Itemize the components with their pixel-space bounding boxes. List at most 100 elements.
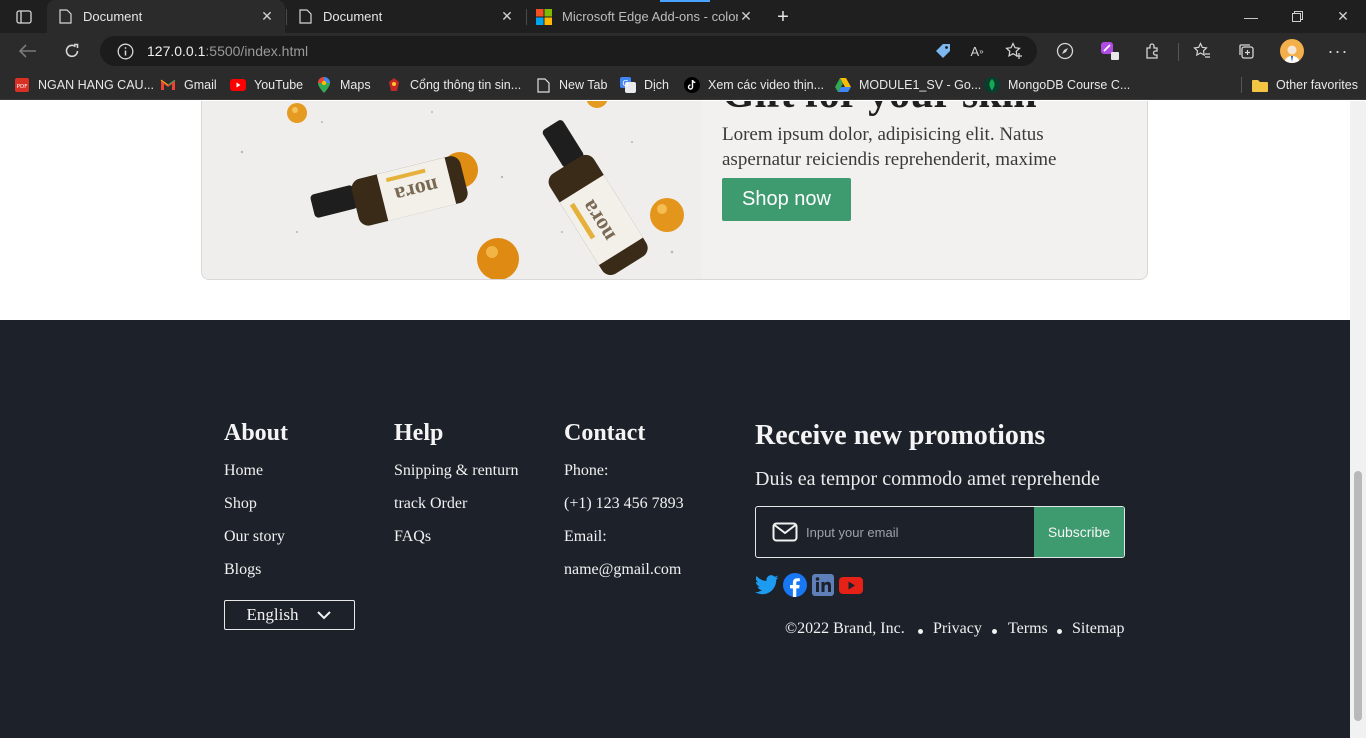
scrollbar-thumb[interactable]: [1354, 471, 1362, 721]
linkedin-icon[interactable]: [811, 573, 835, 597]
bookmarks-bar: PDF NGAN HANG CAU... Gmail YouTube Maps …: [0, 69, 1366, 100]
refresh-icon[interactable]: [58, 37, 86, 65]
about-title: About: [224, 420, 289, 446]
bookmark-label: Other favorites: [1276, 78, 1358, 92]
back-arrow-icon[interactable]: [14, 37, 42, 65]
bookmark-other-favorites[interactable]: Other favorites: [1252, 75, 1358, 95]
bookmark-new-tab[interactable]: New Tab: [535, 75, 607, 95]
promotions-subtitle: Duis ea tempor commodo amet reprehende: [755, 468, 1100, 490]
sitemap-link[interactable]: Sitemap: [1072, 620, 1124, 638]
shop-now-button[interactable]: Shop now: [722, 178, 851, 221]
close-icon[interactable]: ✕: [499, 8, 515, 25]
window-close-icon[interactable]: ✕: [1320, 0, 1366, 33]
bookmark-label: YouTube: [254, 78, 304, 92]
url-path: :5500/index.html: [205, 43, 309, 59]
pdf-icon: PDF: [14, 77, 30, 93]
restore-icon[interactable]: [1274, 0, 1320, 33]
address-bar[interactable]: 127.0.0.1:5500/index.html A»: [100, 36, 1037, 66]
collections-icon[interactable]: [1232, 37, 1260, 65]
close-icon[interactable]: ✕: [259, 8, 275, 25]
bookmark-cong-thong-tin[interactable]: Cổng thông tin sin...: [386, 75, 521, 95]
bookmark-youtube[interactable]: YouTube: [230, 75, 303, 95]
contact-title: Contact: [564, 420, 646, 446]
youtube-icon[interactable]: [839, 573, 863, 597]
footer-link-our-story[interactable]: Our story: [224, 528, 285, 546]
privacy-link[interactable]: Privacy: [933, 620, 982, 638]
bookmark-label: Xem các video thịn...: [708, 78, 825, 92]
bookmark-tiktok[interactable]: Xem các video thịn...: [684, 75, 824, 95]
promotions-title: Receive new promotions: [755, 420, 1046, 451]
bookmark-gmail[interactable]: Gmail: [160, 75, 217, 95]
page-icon: [57, 9, 73, 25]
site-footer: About Home Shop Our story Blogs English …: [0, 320, 1350, 738]
phone-number: (+1) 123 456 7893: [564, 495, 684, 512]
bookmark-label: New Tab: [559, 78, 608, 92]
bookmark-label: MODULE1_SV - Go...: [859, 78, 982, 92]
folder-icon: [1252, 77, 1268, 93]
bookmark-maps[interactable]: Maps: [316, 75, 371, 95]
bookmark-label: Maps: [340, 78, 371, 92]
bookmark-label: MongoDB Course C...: [1008, 78, 1131, 92]
email-input[interactable]: [798, 507, 1034, 557]
page-scrollbar[interactable]: [1350, 101, 1366, 738]
microsoft-logo-icon: [536, 8, 552, 25]
tab-edge-addons[interactable]: Microsoft Edge Add-ons - color p ✕: [526, 0, 764, 33]
footer-link-home[interactable]: Home: [224, 462, 263, 480]
email-label: Email:: [564, 528, 607, 545]
bookmark-dich[interactable]: G Dịch: [620, 75, 669, 95]
portal-icon: [386, 77, 402, 93]
twitter-icon[interactable]: [755, 573, 779, 597]
footer-link-faqs[interactable]: FAQs: [394, 528, 431, 546]
minimize-icon[interactable]: —: [1228, 0, 1274, 33]
tab-actions-icon[interactable]: [10, 6, 38, 28]
url-text: 127.0.0.1:5500/index.html: [147, 43, 308, 59]
drive-icon: [835, 77, 851, 93]
bookmark-mongodb[interactable]: MongoDB Course C...: [984, 75, 1130, 95]
banner-title: Gift for your skin: [722, 101, 1037, 118]
favorites-star-icon[interactable]: [1188, 37, 1216, 65]
bookmark-module1[interactable]: MODULE1_SV - Go...: [835, 75, 981, 95]
tab-title: Document: [323, 9, 383, 24]
browser-toolbar: 127.0.0.1:5500/index.html A» ···: [0, 33, 1366, 69]
compass-icon[interactable]: [1051, 37, 1079, 65]
facebook-icon[interactable]: [783, 573, 807, 597]
profile-avatar[interactable]: [1280, 39, 1304, 63]
add-favorite-icon[interactable]: [1003, 40, 1025, 62]
tab-document-1[interactable]: Document ✕: [47, 0, 285, 33]
info-icon[interactable]: [116, 42, 134, 60]
copyright: ©2022 Brand, Inc.: [785, 620, 905, 637]
footer-link-blogs[interactable]: Blogs: [224, 561, 261, 579]
extensions-puzzle-icon[interactable]: [1139, 37, 1167, 65]
bookmark-label: NGAN HANG CAU...: [38, 78, 154, 92]
footer-link-shop[interactable]: Shop: [224, 495, 257, 513]
help-title: Help: [394, 420, 444, 446]
subscribe-button[interactable]: Subscribe: [1034, 507, 1124, 557]
mongodb-icon: [984, 77, 1000, 93]
new-tab-button[interactable]: +: [770, 4, 796, 30]
url-host: 127.0.0.1: [147, 43, 206, 59]
footer-link-shipping[interactable]: Snipping & renturn: [394, 462, 518, 480]
translate-icon: G: [620, 77, 636, 93]
gmail-icon: [160, 77, 176, 93]
terms-link[interactable]: Terms: [1008, 620, 1048, 638]
page-viewport: nora nora Gift for your skin Lorem ipsum…: [0, 101, 1350, 738]
color-picker-extension-icon[interactable]: [1096, 37, 1124, 65]
coupon-tag-icon[interactable]: [932, 40, 954, 62]
email-address: name@gmail.com: [564, 561, 682, 578]
envelope-icon: [756, 507, 798, 557]
svg-text:PDF: PDF: [17, 84, 28, 90]
youtube-icon: [230, 77, 246, 93]
language-select[interactable]: English: [224, 600, 355, 630]
more-options-icon[interactable]: ···: [1324, 37, 1352, 65]
bookmark-ngan-hang[interactable]: PDF NGAN HANG CAU...: [14, 75, 154, 95]
close-icon[interactable]: ✕: [738, 8, 754, 25]
tab-document-2[interactable]: Document ✕: [287, 0, 525, 33]
separator-dot: [1057, 629, 1062, 634]
newsletter-form: Subscribe: [755, 506, 1125, 558]
language-value: English: [246, 605, 299, 624]
footer-link-track-order[interactable]: track Order: [394, 495, 467, 513]
maps-icon: [316, 77, 332, 93]
bookmark-label: Gmail: [184, 78, 217, 92]
page-icon: [297, 9, 313, 25]
read-aloud-icon[interactable]: A»: [966, 40, 988, 62]
